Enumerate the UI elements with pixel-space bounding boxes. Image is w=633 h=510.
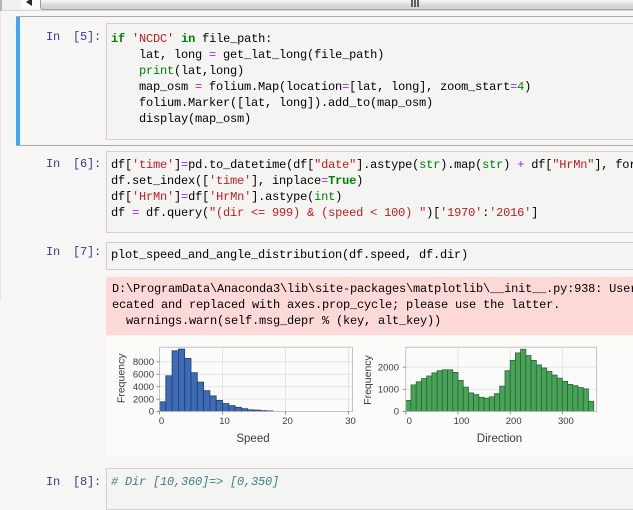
svg-text:Frequency: Frequency — [116, 353, 128, 403]
svg-text:0: 0 — [407, 416, 412, 427]
svg-text:1000: 1000 — [378, 385, 399, 396]
svg-text:6000: 6000 — [133, 370, 154, 381]
svg-text:100: 100 — [454, 416, 470, 427]
svg-text:Speed: Speed — [236, 433, 269, 445]
svg-text:0: 0 — [149, 407, 154, 418]
svg-text:10: 10 — [219, 416, 230, 427]
svg-text:0: 0 — [394, 407, 399, 418]
svg-text:2000: 2000 — [133, 394, 154, 405]
svg-text:200: 200 — [506, 416, 522, 427]
svg-text:20: 20 — [282, 416, 293, 427]
svg-text:Frequency: Frequency — [362, 354, 374, 404]
svg-text:0: 0 — [159, 416, 164, 427]
svg-text:4000: 4000 — [133, 382, 154, 393]
svg-text:30: 30 — [345, 416, 356, 427]
svg-text:2000: 2000 — [378, 362, 399, 373]
svg-text:8000: 8000 — [133, 357, 154, 368]
svg-text:300: 300 — [558, 416, 574, 427]
svg-text:Direction: Direction — [477, 433, 522, 445]
